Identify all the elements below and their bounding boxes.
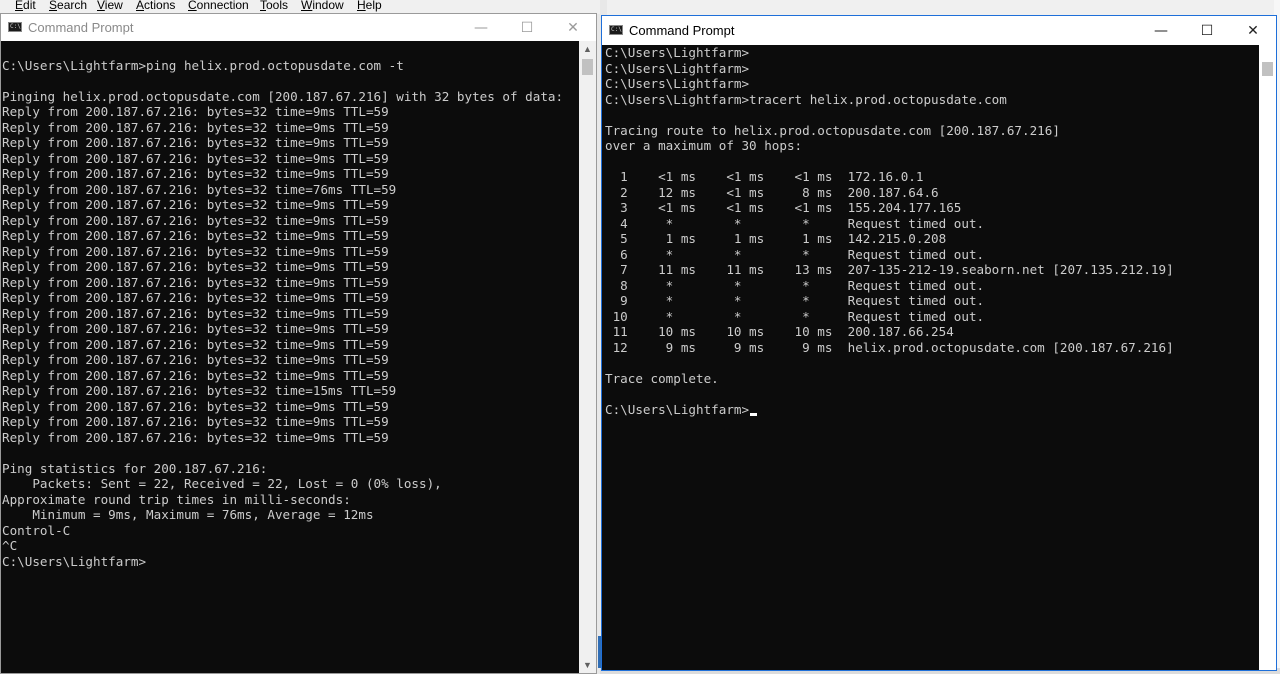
right-window-title: Command Prompt	[629, 23, 735, 38]
command-prompt-icon: C:\	[609, 25, 623, 35]
right-scroll-thumb[interactable]	[1262, 62, 1273, 76]
left-command-prompt-window[interactable]: C:\ Command Prompt — ☐ ✕ C:\Users\Lightf…	[0, 13, 597, 674]
console-line: 5 1 ms 1 ms 1 ms 142.215.0.208	[605, 231, 947, 246]
right-command-prompt-window[interactable]: C:\ Command Prompt — ☐ ✕ C:\Users\Lightf…	[601, 15, 1277, 671]
console-line: C:\Users\Lightfarm>	[605, 402, 1259, 418]
menu-actions[interactable]: Actions	[136, 0, 175, 12]
maximize-icon[interactable]: ☐	[504, 14, 550, 41]
console-line: Trace complete.	[605, 370, 719, 386]
console-line: Reply from 200.187.67.216: bytes=32 time…	[2, 336, 389, 352]
console-line: Reply from 200.187.67.216: bytes=32 time…	[2, 383, 397, 398]
console-line: Reply from 200.187.67.216: bytes=32 time…	[2, 259, 389, 274]
console-line: 7 11 ms 11 ms 13 ms 207-135-212-19.seabo…	[605, 262, 1174, 277]
console-line: Reply from 200.187.67.216: bytes=32 time…	[2, 290, 389, 305]
console-line: 10 * * * Request timed out.	[605, 308, 985, 324]
console-line: Reply from 200.187.67.216: bytes=32 time…	[2, 212, 389, 228]
console-line: C:\Users\Lightfarm>	[2, 553, 147, 569]
menu-window[interactable]: Window	[301, 0, 344, 12]
console-line: C:\Users\Lightfarm>	[605, 45, 750, 60]
console-line: Approximate round trip times in milli-se…	[2, 491, 351, 507]
console-line: Reply from 200.187.67.216: bytes=32 time…	[2, 181, 397, 197]
console-line: Ping statistics for 200.187.67.216:	[2, 460, 268, 476]
console-line: Reply from 200.187.67.216: bytes=32 time…	[2, 166, 389, 181]
close-icon[interactable]: ✕	[550, 14, 596, 41]
console-line: C:\Users\Lightfarm>	[605, 76, 750, 91]
menu-search[interactable]: Search	[49, 0, 87, 12]
command-prompt-icon: C:\	[8, 22, 22, 32]
left-title-bar[interactable]: C:\ Command Prompt — ☐ ✕	[1, 14, 596, 41]
console-line: Reply from 200.187.67.216: bytes=32 time…	[2, 274, 389, 290]
console-line: over a maximum of 30 hops:	[605, 138, 803, 153]
console-line: Reply from 200.187.67.216: bytes=32 time…	[2, 104, 389, 119]
console-line: 2 12 ms <1 ms 8 ms 200.187.64.6	[605, 184, 939, 200]
maximize-icon[interactable]: ☐	[1184, 16, 1230, 45]
console-line: Control-C	[2, 522, 71, 538]
scroll-down-icon[interactable]: ▼	[579, 657, 596, 673]
console-line: C:\Users\Lightfarm>ping helix.prod.octop…	[2, 57, 404, 73]
console-line: Reply from 200.187.67.216: bytes=32 time…	[2, 197, 389, 212]
background-menubar: Edit Search View Actions Connection Tool…	[0, 0, 600, 14]
console-line: 9 * * * Request timed out.	[605, 293, 985, 308]
console-line: Reply from 200.187.67.216: bytes=32 time…	[2, 135, 389, 150]
console-line: Reply from 200.187.67.216: bytes=32 time…	[2, 429, 389, 445]
console-line: Reply from 200.187.67.216: bytes=32 time…	[2, 119, 389, 135]
left-window-title: Command Prompt	[28, 20, 134, 35]
right-vertical-scrollbar[interactable]	[1259, 45, 1276, 670]
menu-edit[interactable]: Edit	[15, 0, 36, 12]
console-line: 1 <1 ms <1 ms <1 ms 172.16.0.1	[605, 169, 924, 184]
left-scroll-thumb[interactable]	[582, 59, 593, 75]
console-line: C:\Users\Lightfarm>	[605, 60, 750, 76]
console-line: Reply from 200.187.67.216: bytes=32 time…	[2, 398, 389, 414]
left-console-output[interactable]: C:\Users\Lightfarm>ping helix.prod.octop…	[1, 42, 579, 673]
console-line: Tracing route to helix.prod.octopusdate.…	[605, 122, 1060, 138]
console-line: Reply from 200.187.67.216: bytes=32 time…	[2, 414, 389, 429]
minimize-icon[interactable]: —	[1138, 16, 1184, 45]
console-line: 3 <1 ms <1 ms <1 ms 155.204.177.165	[605, 200, 962, 215]
console-line: 4 * * * Request timed out.	[605, 215, 985, 231]
console-line: 11 10 ms 10 ms 10 ms 200.187.66.254	[605, 324, 954, 339]
right-console-output[interactable]: C:\Users\Lightfarm> C:\Users\Lightfarm> C:…	[602, 45, 1259, 670]
right-title-bar[interactable]: C:\ Command Prompt — ☐ ✕	[602, 16, 1276, 45]
console-line: Reply from 200.187.67.216: bytes=32 time…	[2, 367, 389, 383]
console-line: Minimum = 9ms, Maximum = 76ms, Average =…	[2, 507, 374, 522]
console-line: C:\Users\Lightfarm>tracert helix.prod.oc…	[605, 91, 1007, 107]
console-line: 12 9 ms 9 ms 9 ms helix.prod.octopusdate…	[605, 339, 1174, 355]
close-icon[interactable]: ✕	[1230, 16, 1276, 45]
console-line: ^C	[2, 538, 18, 553]
text-cursor	[750, 412, 758, 416]
menu-help[interactable]: Help	[357, 0, 382, 12]
menu-connection[interactable]: Connection	[188, 0, 249, 12]
console-line: 6 * * * Request timed out.	[605, 246, 985, 262]
minimize-icon[interactable]: —	[458, 14, 504, 41]
scroll-up-icon[interactable]: ▲	[579, 41, 596, 57]
console-line: Packets: Sent = 22, Received = 22, Lost …	[2, 476, 442, 491]
console-line: Reply from 200.187.67.216: bytes=32 time…	[2, 305, 389, 321]
menu-tools[interactable]: Tools	[260, 0, 288, 12]
console-line: Reply from 200.187.67.216: bytes=32 time…	[2, 352, 389, 367]
console-line: Reply from 200.187.67.216: bytes=32 time…	[2, 243, 389, 259]
menu-view[interactable]: View	[97, 0, 123, 12]
console-line: Reply from 200.187.67.216: bytes=32 time…	[2, 321, 389, 336]
left-vertical-scrollbar[interactable]: ▲ ▼	[579, 41, 596, 673]
console-line: 8 * * * Request timed out.	[605, 277, 985, 293]
console-line: Reply from 200.187.67.216: bytes=32 time…	[2, 228, 389, 243]
console-line: Reply from 200.187.67.216: bytes=32 time…	[2, 150, 389, 166]
console-line: Pinging helix.prod.octopusdate.com [200.…	[2, 88, 564, 104]
